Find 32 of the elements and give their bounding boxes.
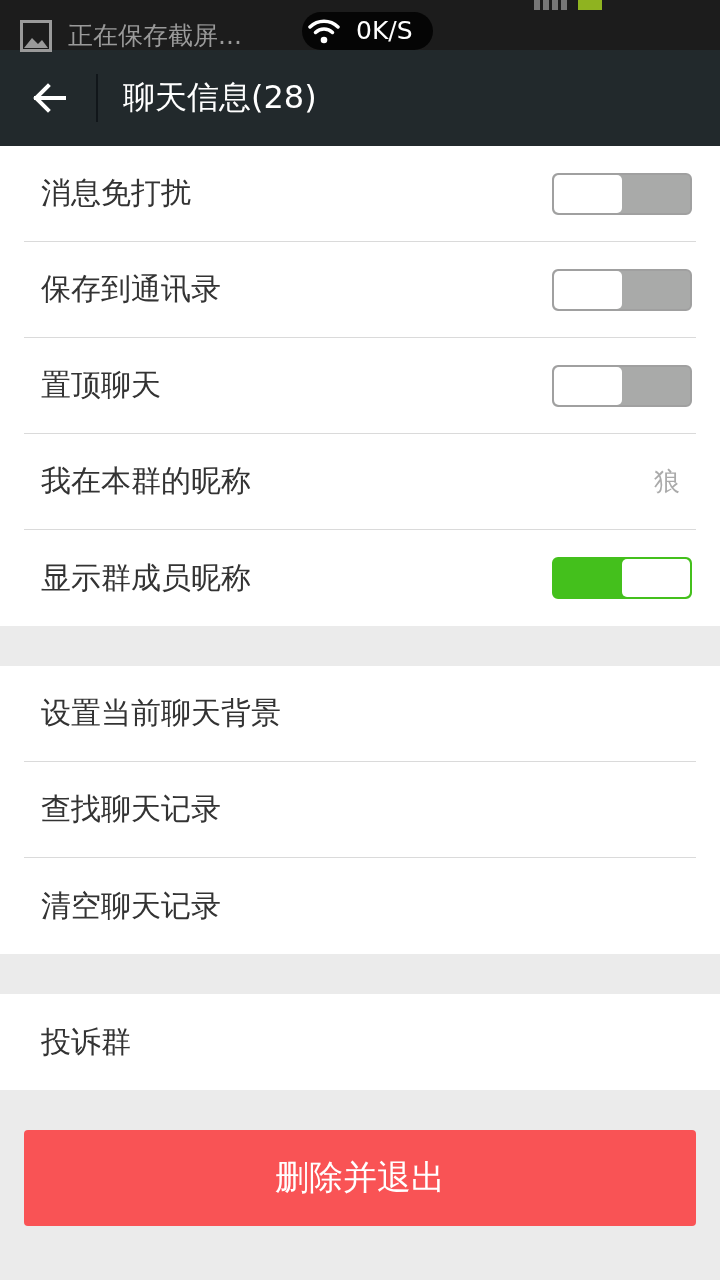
row-value: 狼 bbox=[654, 465, 680, 498]
settings-row[interactable]: 置顶聊天 bbox=[24, 338, 696, 434]
toggle-switch[interactable] bbox=[552, 364, 692, 407]
back-arrow-icon bbox=[32, 83, 66, 113]
row-label: 我在本群的昵称 bbox=[41, 462, 251, 500]
settings-row[interactable]: 设置当前聊天背景 bbox=[24, 666, 696, 762]
wifi-icon bbox=[308, 18, 340, 44]
row-label: 查找聊天记录 bbox=[41, 790, 221, 828]
settings-row[interactable]: 消息免打扰 bbox=[24, 146, 696, 242]
settings-row[interactable]: 保存到通讯录 bbox=[24, 242, 696, 338]
row-label: 显示群成员昵称 bbox=[41, 558, 251, 597]
settings-row[interactable]: 显示群成员昵称 bbox=[24, 530, 696, 626]
notification-text: 正在保存截屏... bbox=[68, 21, 242, 51]
back-button[interactable] bbox=[32, 83, 66, 113]
battery-icon bbox=[578, 0, 602, 10]
row-label: 投诉群 bbox=[41, 1022, 131, 1061]
signal-icon bbox=[534, 0, 568, 10]
row-label: 设置当前聊天背景 bbox=[41, 694, 281, 732]
row-label: 置顶聊天 bbox=[41, 366, 161, 404]
toggle-switch[interactable] bbox=[552, 172, 692, 215]
settings-row[interactable]: 查找聊天记录 bbox=[24, 762, 696, 858]
settings-row[interactable]: 我在本群的昵称 狼 bbox=[24, 434, 696, 530]
page-title: 聊天信息(28) bbox=[123, 77, 317, 118]
toggle-switch[interactable] bbox=[552, 268, 692, 311]
image-icon bbox=[20, 20, 52, 52]
row-label: 消息免打扰 bbox=[41, 174, 191, 212]
row-label: 清空聊天记录 bbox=[41, 886, 221, 925]
toggle-switch[interactable] bbox=[552, 557, 692, 599]
settings-row[interactable]: 清空聊天记录 bbox=[24, 858, 696, 954]
network-speed-badge: 0K/S bbox=[302, 12, 433, 50]
settings-row[interactable]: 投诉群 bbox=[24, 994, 696, 1090]
row-label: 保存到通讯录 bbox=[41, 270, 221, 308]
